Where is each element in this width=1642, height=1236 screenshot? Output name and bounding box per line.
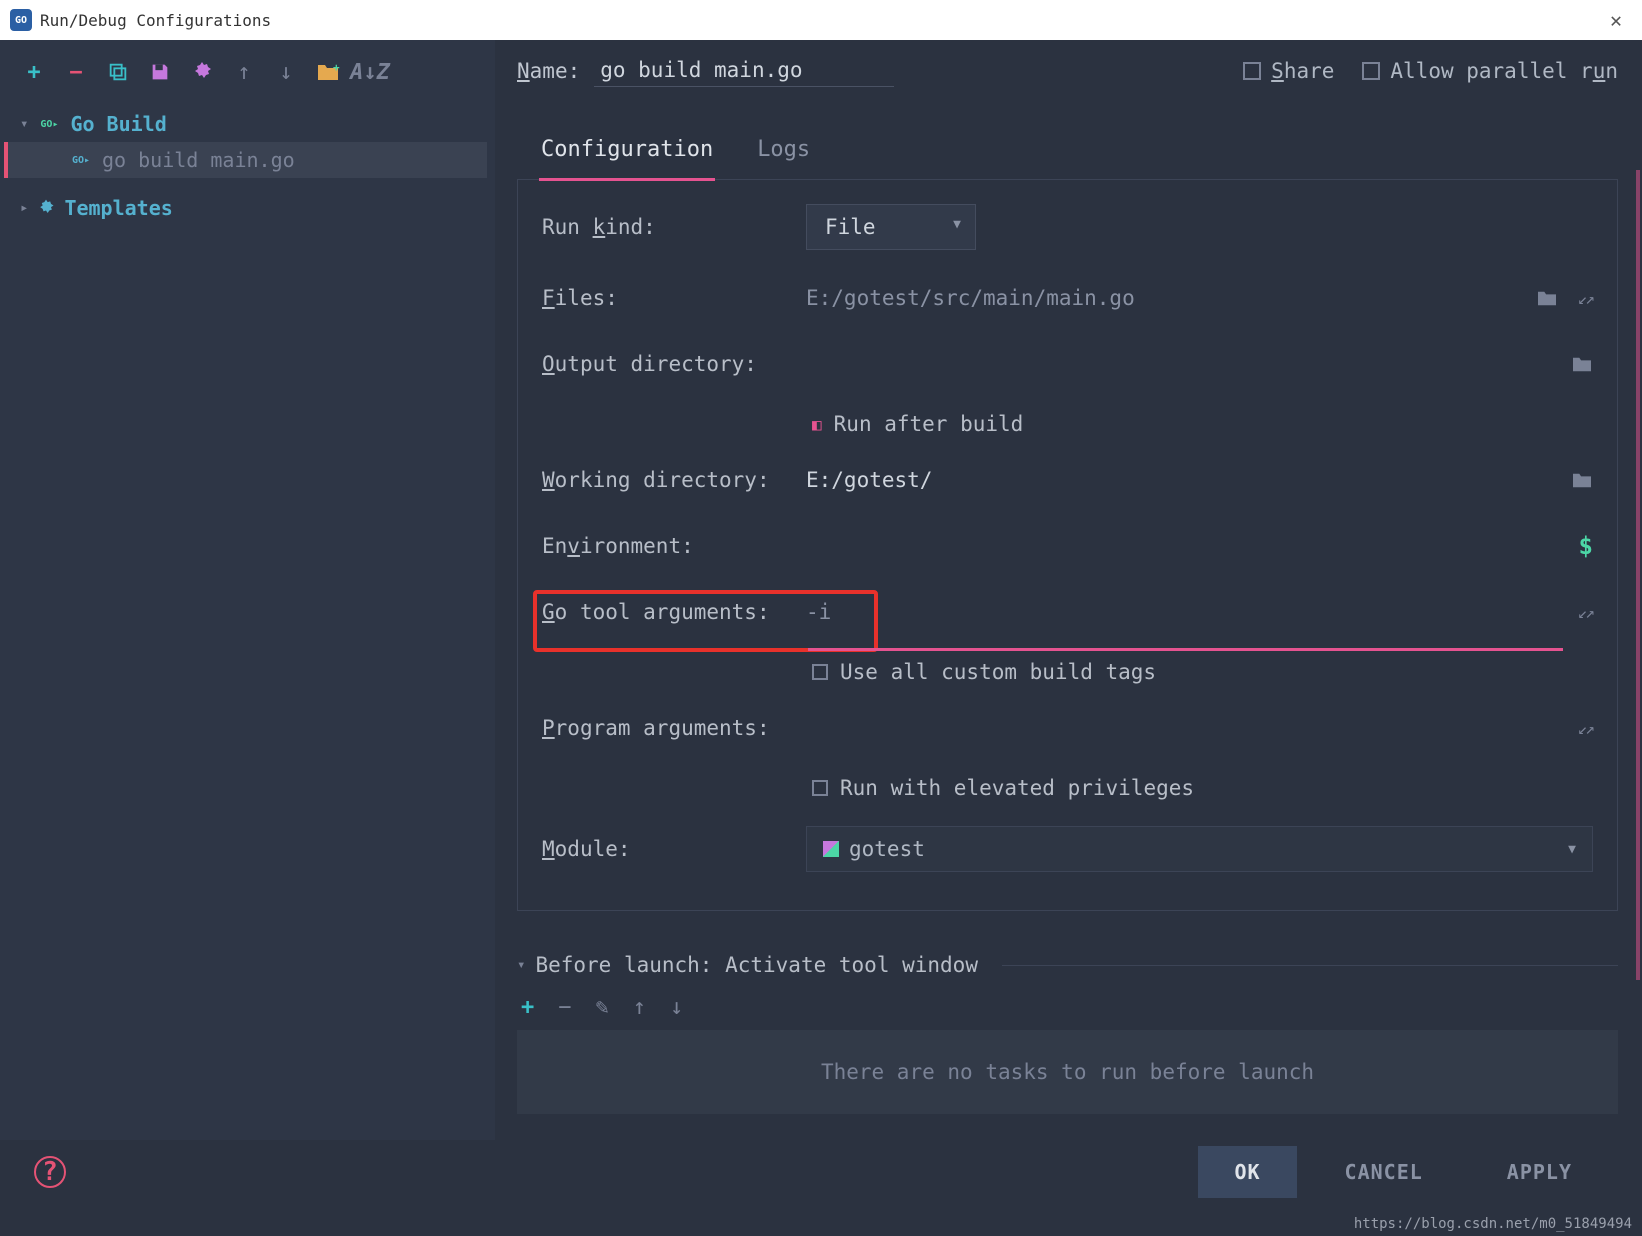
settings-icon[interactable] [190, 60, 214, 84]
chevron-right-icon: ▸ [20, 200, 28, 216]
remove-task-icon[interactable]: − [558, 995, 571, 1020]
configurations-sidebar: + − ↑ ↓ + A↓Z ▾ GO▸ Go Build [0, 40, 495, 1140]
new-folder-icon[interactable]: + [316, 60, 340, 84]
environment-label: Environment: [542, 534, 794, 558]
save-icon[interactable] [148, 60, 172, 84]
ok-button[interactable]: OK [1198, 1146, 1296, 1198]
tree-templates[interactable]: ▸ Templates [8, 190, 487, 226]
browse-folder-icon[interactable] [1571, 471, 1593, 489]
copy-icon[interactable] [106, 60, 130, 84]
svg-text:+: + [333, 61, 340, 74]
output-dir-label: Output directory: [542, 352, 794, 376]
go-run-icon: GO▸ [68, 152, 94, 168]
module-label: Module: [542, 837, 794, 861]
expand-icon[interactable]: ↙↗ [1578, 289, 1593, 308]
env-vars-icon[interactable]: $ [1579, 532, 1593, 560]
name-label: Name: [517, 59, 580, 83]
before-launch-empty: There are no tasks to run before launch [517, 1030, 1618, 1114]
config-tabs: Configuration Logs [517, 127, 1618, 180]
module-icon [823, 841, 839, 857]
files-label: Files: [542, 286, 794, 310]
expand-icon[interactable]: ↙↗ [1578, 603, 1593, 622]
tree-item-selected[interactable]: GO▸ go build main.go [4, 142, 487, 178]
move-down-icon[interactable]: ↓ [670, 995, 683, 1020]
browse-folder-icon[interactable] [1536, 289, 1558, 307]
down-arrow-icon[interactable]: ↓ [274, 60, 298, 84]
sort-az-icon[interactable]: A↓Z [358, 60, 382, 84]
watermark: https://blog.csdn.net/m0_51849494 [1354, 1216, 1632, 1232]
add-icon[interactable]: + [22, 60, 46, 84]
name-input[interactable] [594, 54, 894, 87]
cancel-button[interactable]: CANCEL [1309, 1146, 1459, 1198]
window-titlebar: GO Run/Debug Configurations ✕ [0, 0, 1642, 40]
before-launch-header[interactable]: ▾ Before launch: Activate tool window [517, 953, 1618, 977]
move-up-icon[interactable]: ↑ [633, 995, 646, 1020]
browse-folder-icon[interactable] [1571, 355, 1593, 373]
chevron-down-icon: ▾ [517, 957, 525, 973]
go-tool-args-value[interactable]: -i [806, 600, 1566, 624]
module-dropdown[interactable]: gotest [806, 826, 1593, 872]
share-checkbox[interactable]: Share [1243, 59, 1334, 83]
tree-item-label: go build main.go [102, 148, 295, 172]
dialog-footer: ? OK CANCEL APPLY [0, 1142, 1642, 1202]
window-title: Run/Debug Configurations [40, 11, 271, 30]
scrollbar[interactable] [1636, 170, 1640, 980]
tab-logs[interactable]: Logs [755, 127, 812, 179]
expand-icon[interactable]: ↙↗ [1578, 719, 1593, 738]
tree-templates-label: Templates [64, 196, 172, 220]
use-custom-tags-checkbox[interactable]: Use all custom build tags [812, 660, 1593, 684]
gear-icon [36, 198, 56, 218]
run-kind-label: Run kind: [542, 215, 794, 239]
working-dir-label: Working directory: [542, 468, 794, 492]
add-task-icon[interactable]: + [521, 995, 534, 1020]
before-launch-toolbar: + − ✎ ↑ ↓ [517, 995, 1618, 1020]
run-after-build-checkbox[interactable]: ◧ Run after build [812, 412, 1593, 436]
elevated-checkbox[interactable]: Run with elevated privileges [812, 776, 1593, 800]
tab-configuration[interactable]: Configuration [539, 127, 715, 181]
elevated-label: Run with elevated privileges [840, 776, 1194, 800]
working-dir-value[interactable]: E:/gotest/ [806, 468, 1559, 492]
remove-icon[interactable]: − [64, 60, 88, 84]
up-arrow-icon[interactable]: ↑ [232, 60, 256, 84]
close-icon[interactable]: ✕ [1600, 4, 1632, 36]
goland-icon: GO [10, 9, 32, 31]
annotation-underline [808, 648, 1563, 651]
tree-group-label: Go Build [70, 112, 166, 136]
use-custom-tags-label: Use all custom build tags [840, 660, 1156, 684]
help-icon[interactable]: ? [34, 1156, 66, 1188]
go-run-icon: GO▸ [36, 116, 62, 132]
configuration-editor: Name: Share Allow parallel run Configura… [495, 40, 1642, 1140]
module-value: gotest [849, 837, 925, 861]
chevron-down-icon: ▾ [20, 116, 28, 132]
program-args-label: Program arguments: [542, 716, 794, 740]
run-kind-dropdown[interactable]: File [806, 204, 976, 250]
tree-group-go-build[interactable]: ▾ GO▸ Go Build [8, 106, 487, 142]
go-tool-args-label: Go tool arguments: [542, 600, 794, 624]
configurations-tree: ▾ GO▸ Go Build GO▸ go build main.go ▸ Te… [8, 106, 487, 226]
edit-task-icon[interactable]: ✎ [596, 995, 609, 1020]
run-icon: ◧ [812, 415, 822, 434]
sidebar-toolbar: + − ↑ ↓ + A↓Z [8, 52, 487, 102]
apply-button[interactable]: APPLY [1471, 1146, 1608, 1198]
files-value[interactable]: E:/gotest/src/main/main.go [806, 286, 1524, 310]
allow-parallel-checkbox[interactable]: Allow parallel run [1362, 59, 1618, 83]
